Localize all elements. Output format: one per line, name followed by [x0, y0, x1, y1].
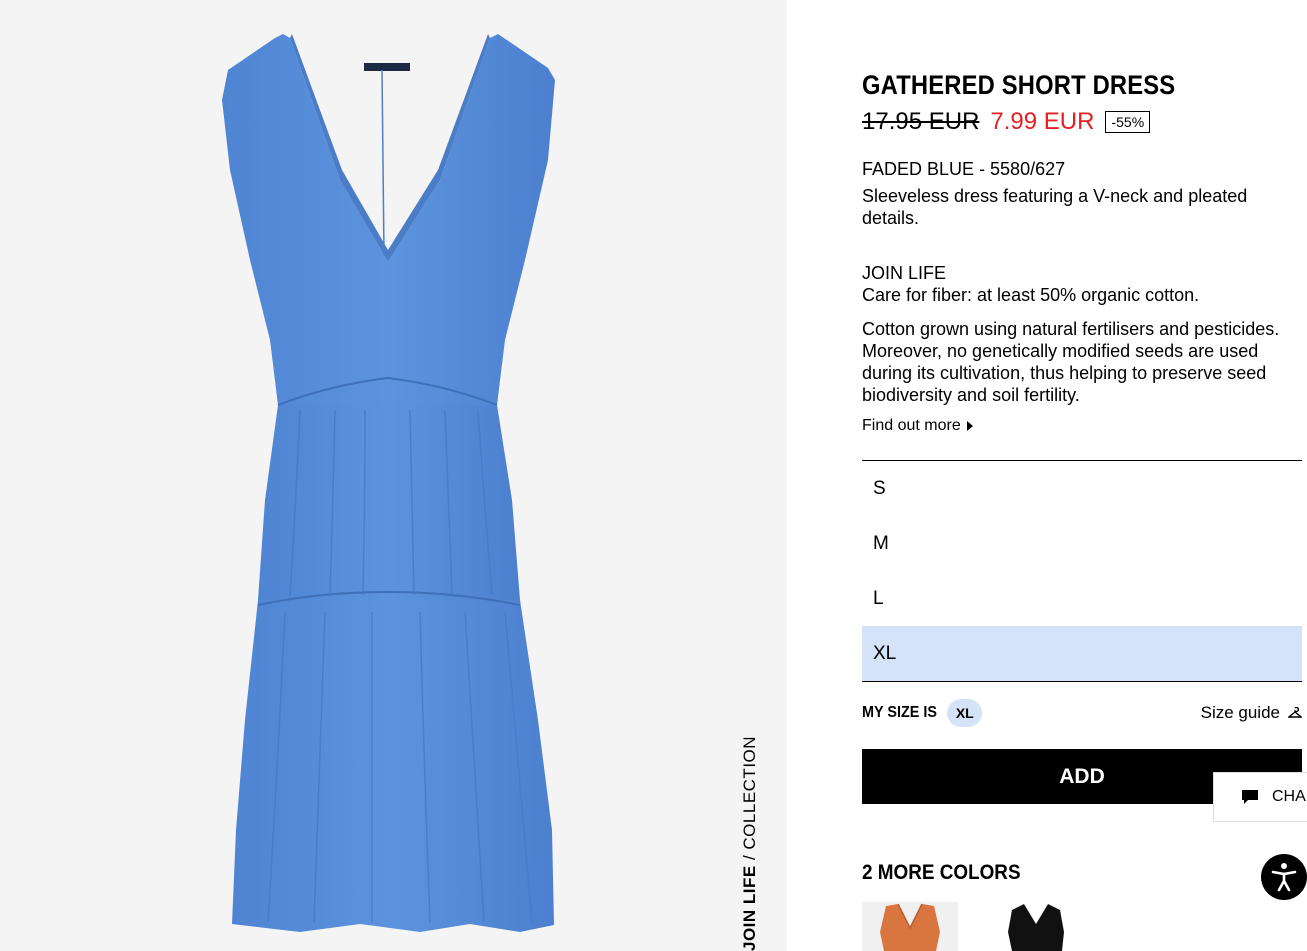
size-guide-label: Size guide — [1200, 703, 1280, 722]
size-option-s[interactable]: S — [862, 461, 1302, 516]
accessibility-icon — [1271, 863, 1297, 892]
discount-badge: -55% — [1105, 111, 1151, 133]
join-life-subtitle: Care for fiber: at least 50% organic cot… — [862, 285, 1200, 305]
color-swatch-orange[interactable] — [862, 902, 958, 951]
my-size-chip[interactable]: XL — [947, 699, 983, 727]
product-image-panel: JOIN LIFE / COLLECTION — [0, 0, 787, 951]
caret-right-icon — [966, 421, 973, 431]
accessibility-button[interactable] — [1261, 854, 1307, 900]
color-swatch-black[interactable] — [1006, 902, 1102, 951]
sale-price: 7.99 EUR — [990, 108, 1095, 135]
find-out-more-link[interactable]: Find out more — [862, 417, 973, 435]
collection-label-rest: / COLLECTION — [740, 735, 759, 866]
product-description: Sleeveless dress featuring a V-neck and … — [862, 186, 1248, 228]
more-colors-title: 2 MORE COLORS — [862, 861, 1021, 884]
collection-label: JOIN LIFE / COLLECTION — [740, 736, 760, 951]
product-title: GATHERED SHORT DRESS — [862, 70, 1176, 100]
orange-dress-thumbnail — [880, 903, 940, 951]
hanger-icon — [1288, 707, 1302, 718]
color-reference: FADED BLUE - 5580/627 — [862, 159, 1066, 179]
size-option-xl[interactable]: XL — [862, 626, 1302, 681]
join-life-title: JOIN LIFE — [862, 263, 947, 283]
black-dress-thumbnail — [1008, 904, 1064, 951]
product-image — [222, 34, 555, 932]
size-guide-link[interactable]: Size guide — [1201, 703, 1302, 723]
join-life-text: Cotton grown using natural fertilisers a… — [862, 319, 1280, 405]
size-selector: S M L XL — [862, 460, 1302, 682]
chat-widget-button[interactable]: CHA — [1213, 772, 1307, 822]
my-size-row: MY SIZE IS XL Size guide — [862, 698, 1302, 728]
my-size-label: MY SIZE IS — [862, 704, 937, 721]
collection-label-bold: JOIN LIFE — [740, 865, 759, 951]
find-out-more-label: Find out more — [862, 417, 961, 434]
chat-bubble-icon — [1242, 789, 1258, 804]
size-option-l[interactable]: L — [862, 571, 1302, 626]
old-price: 17.95 EUR — [862, 108, 980, 135]
size-option-m[interactable]: M — [862, 516, 1302, 571]
price-row: 17.95 EUR 7.99 EUR -55% — [862, 108, 1151, 136]
chat-label: CHA — [1272, 788, 1306, 805]
